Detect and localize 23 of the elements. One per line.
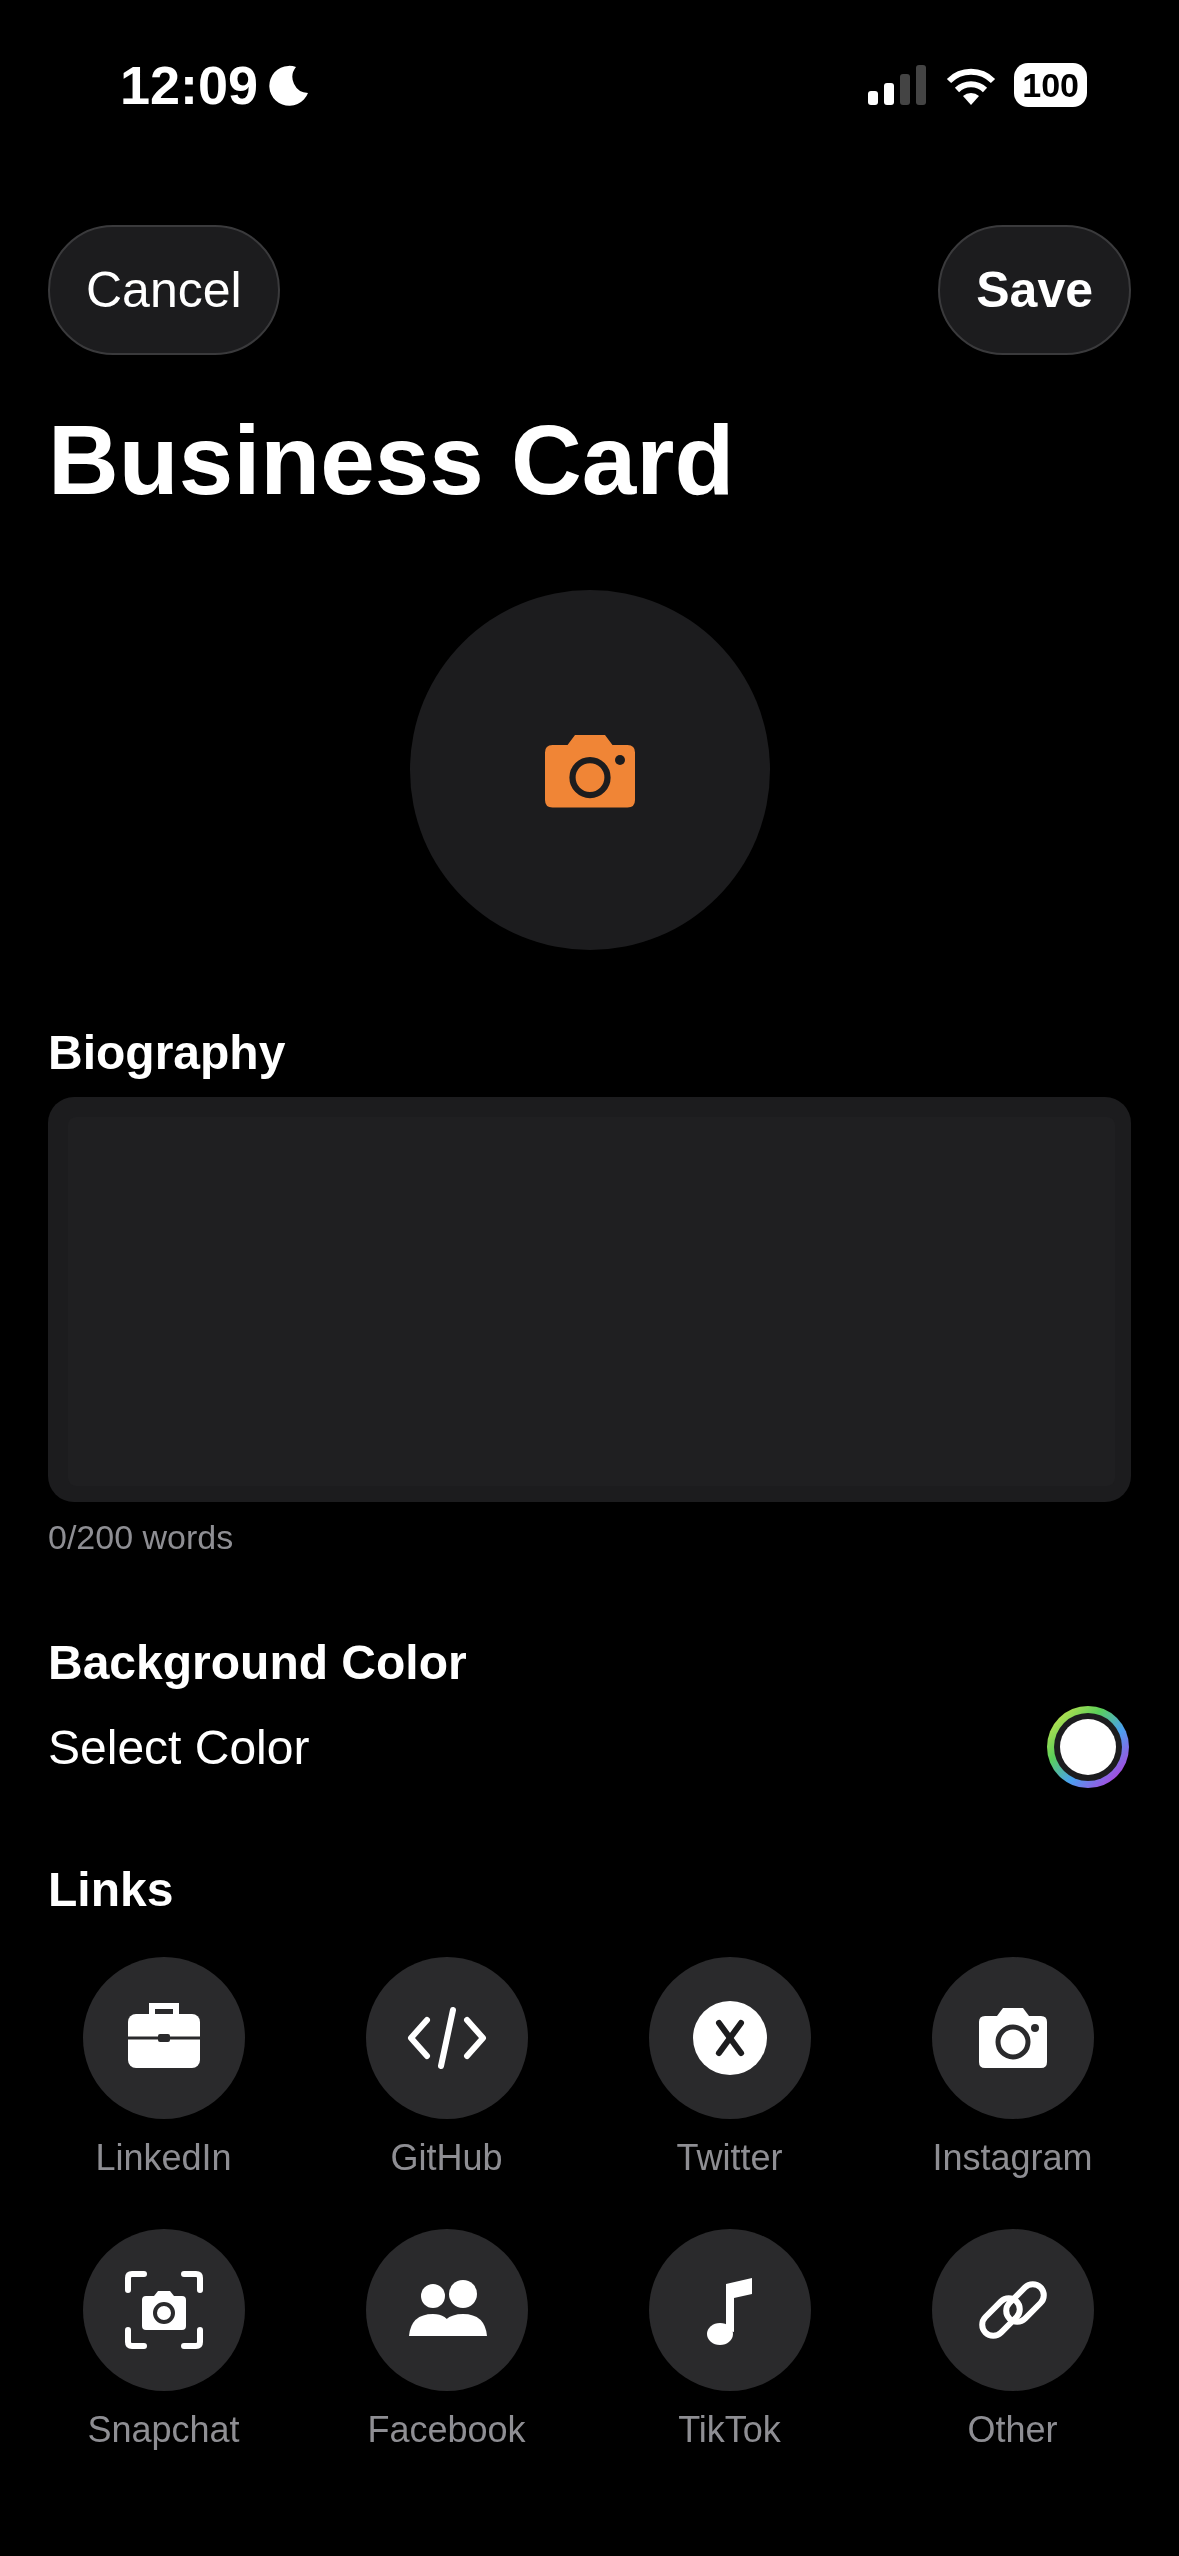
link-label: Instagram <box>932 2136 1093 2180</box>
page-title: Business Card <box>48 404 736 517</box>
link-label: Other <box>967 2408 1058 2452</box>
camera-scan-icon <box>123 2270 204 2350</box>
select-color-label: Select Color <box>48 1719 310 1775</box>
word-counter: 0/200 words <box>48 1517 235 1558</box>
link-label: Twitter <box>676 2136 783 2180</box>
link-label: GitHub <box>390 2136 503 2180</box>
save-button[interactable]: Save <box>938 225 1131 355</box>
signal-icon <box>868 65 929 105</box>
biography-field[interactable] <box>48 1097 1131 1502</box>
link-label: Facebook <box>367 2408 526 2452</box>
moon-icon <box>266 63 311 107</box>
color-wheel-icon[interactable] <box>1045 1704 1131 1790</box>
link-label: TikTok <box>678 2408 781 2452</box>
section-heading: Background Color <box>48 1635 468 1691</box>
link-label: Snapchat <box>87 2408 240 2452</box>
section-heading: Biography <box>48 1025 287 1081</box>
cancel-button[interactable]: Cancel <box>48 225 280 355</box>
status-time: 12:09 <box>120 54 259 116</box>
battery-level: 100 <box>1014 63 1087 107</box>
section-heading: Links <box>48 1862 175 1918</box>
link-label: LinkedIn <box>95 2136 232 2180</box>
